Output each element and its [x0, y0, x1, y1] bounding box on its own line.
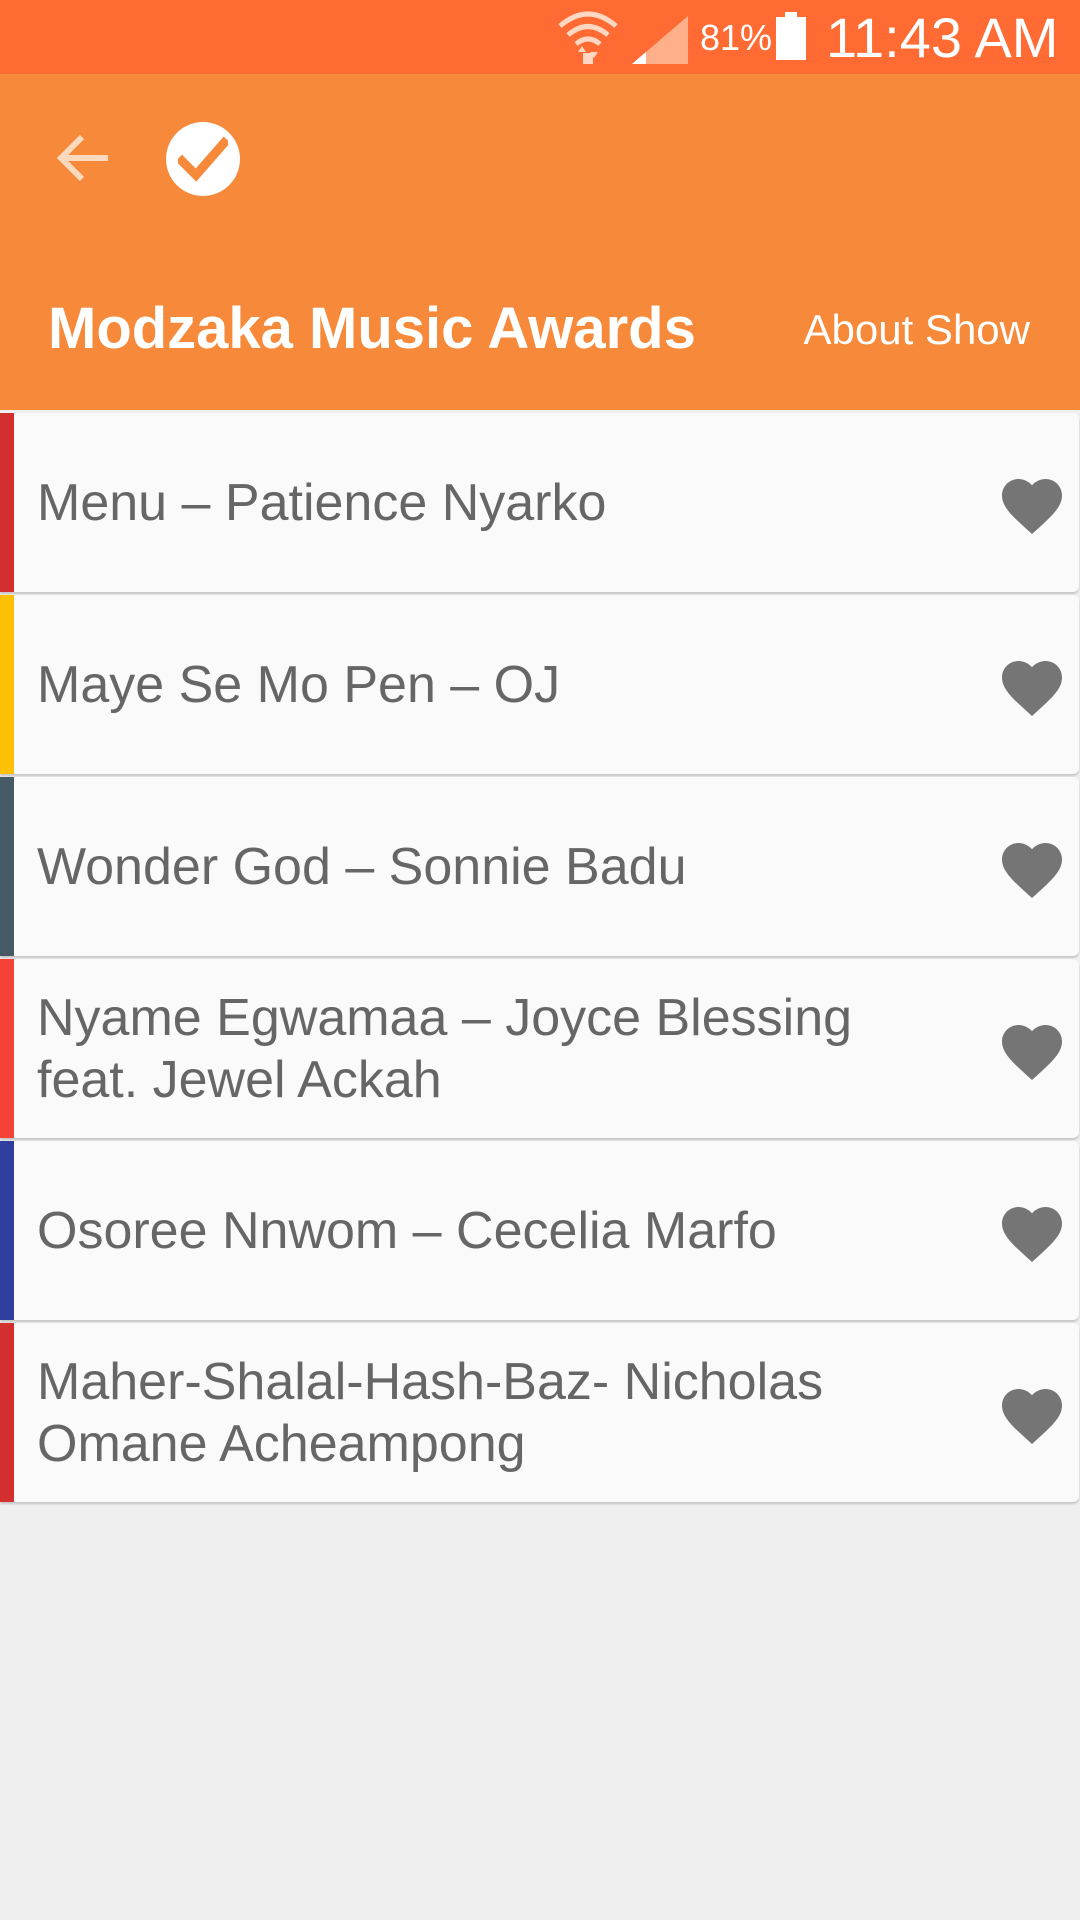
accent-bar — [0, 777, 14, 956]
heart-icon[interactable] — [995, 1016, 1069, 1082]
app-bar: Modzaka Music Awards About Show — [0, 74, 1080, 410]
accent-bar — [0, 1141, 14, 1320]
accent-bar — [0, 959, 14, 1138]
check-icon — [178, 136, 228, 182]
song-title: Maye Se Mo Pen – OJ — [37, 655, 561, 714]
song-list: Menu – Patience Nyarko Maye Se Mo Pen – O… — [0, 413, 1080, 1505]
list-item[interactable]: Menu – Patience Nyarko — [0, 413, 1079, 592]
app-logo — [166, 122, 240, 196]
song-title: Wonder God – Sonnie Badu — [37, 837, 687, 896]
status-bar: 81% 11:43 AM — [0, 0, 1080, 74]
about-show-button[interactable]: About Show — [804, 302, 1031, 358]
heart-icon[interactable] — [995, 470, 1069, 536]
heart-icon[interactable] — [995, 1380, 1069, 1446]
song-title: Nyame Egwamaa – Joyce Blessing feat. Jew… — [37, 988, 853, 1109]
accent-bar — [0, 595, 14, 774]
clock: 11:43 AM — [826, 6, 1059, 69]
accent-bar — [0, 1323, 14, 1502]
battery-percent: 81% — [700, 17, 773, 58]
wifi-icon — [558, 11, 618, 64]
list-item[interactable]: Nyame Egwamaa – Joyce Blessing feat. Jew… — [0, 959, 1079, 1138]
list-item[interactable]: Maher-Shalal-Hash-Baz- Nicholas Omane Ac… — [0, 1323, 1079, 1502]
arrow-left-icon — [56, 134, 108, 182]
heart-icon[interactable] — [995, 1198, 1069, 1264]
list-item[interactable]: Maye Se Mo Pen – OJ — [0, 595, 1079, 774]
song-title: Osoree Nnwom – Cecelia Marfo — [37, 1201, 777, 1260]
heart-icon[interactable] — [995, 834, 1069, 900]
accent-bar — [0, 413, 14, 592]
list-item[interactable]: Wonder God – Sonnie Badu — [0, 777, 1079, 956]
heart-icon[interactable] — [995, 652, 1069, 718]
back-button[interactable] — [52, 126, 116, 190]
battery-icon — [776, 12, 806, 60]
song-title: Maher-Shalal-Hash-Baz- Nicholas Omane Ac… — [37, 1352, 824, 1473]
signal-icon — [632, 16, 688, 64]
list-item[interactable]: Osoree Nnwom – Cecelia Marfo — [0, 1141, 1079, 1320]
song-title: Menu – Patience Nyarko — [37, 473, 607, 532]
page-title: Modzaka Music Awards — [48, 296, 696, 361]
